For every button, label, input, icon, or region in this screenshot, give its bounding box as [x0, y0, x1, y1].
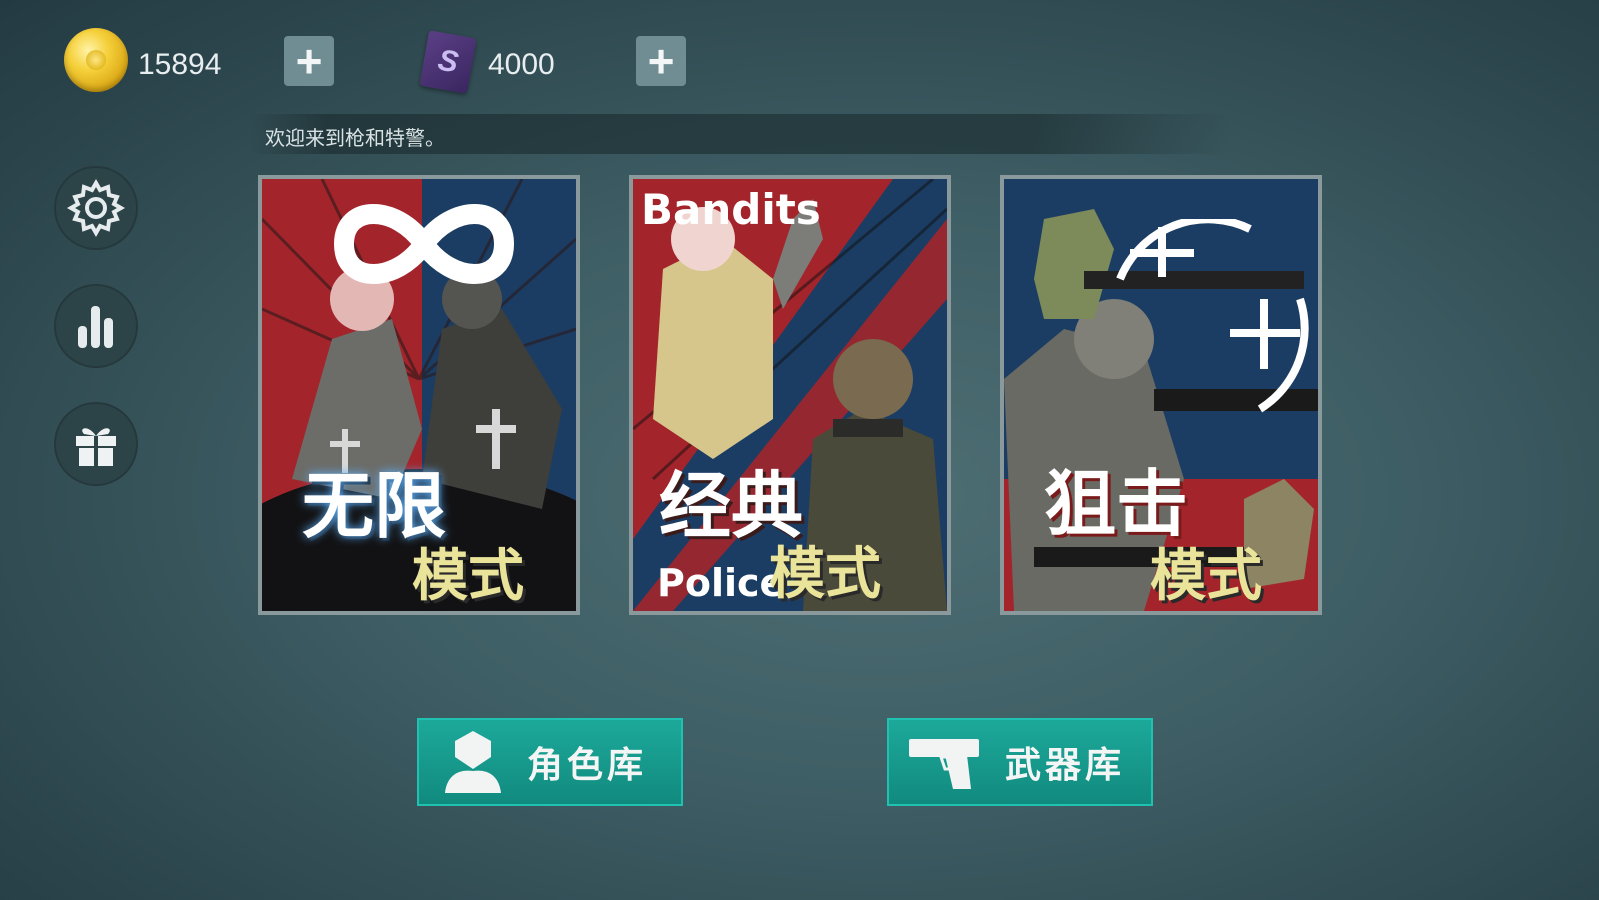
infinite-mode-card[interactable]: 无限 模式	[258, 175, 580, 615]
infinity-icon	[333, 204, 515, 284]
add-gems-button[interactable]: +	[636, 36, 686, 86]
mode-title-line2: 模式	[769, 542, 881, 607]
stats-button[interactable]	[54, 284, 138, 368]
bandits-text: Bandits	[641, 185, 821, 234]
add-coins-button[interactable]: +	[284, 36, 334, 86]
character-library-label: 角色库	[527, 745, 648, 786]
mode-title-line2: 模式	[1150, 544, 1262, 609]
bar-chart-icon	[78, 306, 113, 348]
police-text: Police	[657, 561, 786, 605]
gem-count: 4000	[488, 48, 555, 81]
gift-button[interactable]	[54, 402, 138, 486]
mode-title-line2: 模式	[412, 544, 524, 609]
gear-icon	[66, 178, 126, 238]
purple-card-icon: S	[419, 30, 477, 94]
pistol-icon	[909, 739, 979, 789]
gold-coin-icon	[64, 28, 128, 92]
coin-count: 15894	[138, 48, 222, 81]
weapon-library-label: 武器库	[1005, 745, 1126, 786]
character-library-button[interactable]: 角色库	[417, 718, 683, 806]
classic-mode-card[interactable]: Bandits 经典 Police 模式	[629, 175, 951, 615]
gift-icon	[76, 428, 116, 466]
crosshair-icon	[1116, 219, 1309, 413]
weapon-library-button[interactable]: 武器库	[887, 718, 1153, 806]
welcome-text: 欢迎来到枪和特警。	[265, 128, 445, 150]
person-icon	[445, 731, 501, 793]
sniper-mode-card[interactable]: 狙击 模式	[1000, 175, 1322, 615]
settings-button[interactable]	[54, 166, 138, 250]
